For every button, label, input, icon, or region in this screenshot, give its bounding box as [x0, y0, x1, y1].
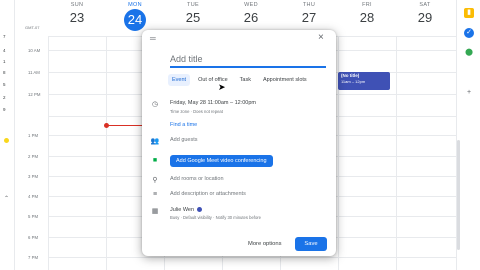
quick-event-dialog: ═ × Event Out of office Task Appointment…: [142, 30, 336, 256]
hour-label: 5 PM: [28, 214, 39, 219]
mini-date[interactable]: 8: [3, 70, 6, 75]
mini-date[interactable]: 9: [3, 107, 6, 112]
status-dot-icon: [4, 138, 9, 143]
day-of-week: SUN: [70, 2, 84, 8]
find-time-link[interactable]: Find a time: [170, 122, 197, 128]
add-guests-field[interactable]: Add guests: [170, 137, 198, 143]
day-number[interactable]: 25: [173, 10, 213, 26]
hour-label: 12 PM: [28, 92, 41, 97]
mini-date[interactable]: 2: [3, 95, 6, 100]
mini-date[interactable]: 7: [3, 34, 6, 39]
grid-line: [48, 257, 456, 258]
grid-column-line: [106, 36, 107, 270]
save-button[interactable]: Save: [295, 237, 327, 251]
current-time-dot: [104, 123, 109, 128]
hour-label: 1 PM: [28, 133, 39, 138]
clock-icon: ◷: [151, 101, 159, 108]
add-location-field[interactable]: Add rooms or location: [170, 176, 224, 182]
drag-handle-icon[interactable]: ═: [150, 34, 156, 43]
meet-icon: ■: [152, 157, 158, 164]
hour-label: 7 PM: [28, 255, 39, 260]
day-of-week: FRI: [362, 2, 372, 8]
day-header-tue[interactable]: TUE 25: [173, 2, 213, 26]
datetime-subtext: Time zone · Does not repeat: [170, 109, 223, 114]
day-of-week: MON: [128, 2, 142, 8]
day-of-week: THU: [302, 2, 316, 8]
divider: [14, 0, 15, 270]
event-time: 11am – 12pm: [341, 79, 366, 84]
calendar-owner[interactable]: Julie Wen: [170, 207, 203, 213]
add-icon[interactable]: +: [464, 88, 474, 98]
current-time-line: [106, 125, 146, 126]
tab-appointment-slots[interactable]: Appointment slots: [259, 74, 311, 86]
day-header-thu[interactable]: THU 27: [289, 2, 329, 26]
hour-label: 10 AM: [28, 48, 41, 53]
hour-label: 2 PM: [28, 154, 39, 159]
day-of-week: WED: [244, 2, 258, 8]
grid-column-line: [396, 36, 397, 270]
day-number[interactable]: 28: [347, 10, 387, 26]
day-header-sat[interactable]: SAT 29: [405, 2, 445, 26]
day-header-wed[interactable]: WED 26: [231, 2, 271, 26]
day-header-fri[interactable]: FRI 28: [347, 2, 387, 26]
close-icon[interactable]: ×: [318, 32, 324, 43]
day-number[interactable]: 23: [57, 10, 97, 26]
mini-date[interactable]: 4: [3, 48, 6, 53]
maps-icon[interactable]: ⬤: [464, 48, 474, 58]
tab-out-of-office[interactable]: Out of office: [194, 74, 232, 86]
calendar-color-dot: [197, 207, 203, 213]
add-meet-button[interactable]: Add Google Meet video conferencing: [170, 155, 273, 167]
timezone-label: GMT-07: [25, 25, 40, 30]
people-icon: 👥: [150, 138, 160, 145]
mouse-cursor-icon: ➤: [218, 82, 226, 92]
day-of-week: TUE: [187, 2, 199, 8]
day-number[interactable]: 29: [405, 10, 445, 26]
location-pin-icon: ⚲: [152, 177, 158, 184]
mini-date[interactable]: 5: [3, 82, 6, 87]
mini-date[interactable]: 1: [3, 59, 6, 64]
mini-calendar-strip: 7 4 1 8 5 2 9 ⌃: [0, 0, 14, 270]
hour-label: 6 PM: [28, 235, 39, 240]
tasks-icon[interactable]: ✓: [464, 28, 474, 38]
day-number[interactable]: 26: [231, 10, 271, 26]
description-icon: ≡: [152, 191, 158, 198]
hour-label: 4 PM: [28, 194, 39, 199]
calendar-owner-name: Julie Wen: [170, 207, 195, 213]
more-options-button[interactable]: More options: [248, 241, 282, 247]
calendar-icon: ▦: [151, 208, 159, 215]
title-input[interactable]: [170, 52, 326, 68]
event-type-tabs: Event Out of office Task Appointment slo…: [168, 74, 311, 86]
tab-event[interactable]: Event: [168, 74, 191, 86]
keep-icon[interactable]: ▮: [464, 8, 474, 18]
event-block[interactable]: (No title) 11am – 12pm: [338, 72, 390, 90]
day-of-week: SAT: [419, 2, 431, 8]
scrollbar[interactable]: [457, 140, 460, 250]
hour-label: 11 AM: [28, 70, 40, 75]
add-description-field[interactable]: Add description or attachments: [170, 191, 246, 197]
day-number[interactable]: 27: [289, 10, 329, 26]
day-header-mon[interactable]: MON 24: [115, 2, 155, 31]
tab-task[interactable]: Task: [236, 74, 255, 86]
calendar-subtext: Busy · Default visibility · Notify 30 mi…: [170, 215, 261, 220]
chevron-up-icon[interactable]: ⌃: [4, 195, 9, 202]
datetime-text[interactable]: Friday, May 28 11:00am – 12:00pm: [170, 100, 256, 106]
day-header-sun[interactable]: SUN 23: [57, 2, 97, 26]
grid-column-line: [48, 36, 49, 270]
day-number[interactable]: 24: [124, 9, 146, 31]
hour-label: 3 PM: [28, 174, 39, 179]
